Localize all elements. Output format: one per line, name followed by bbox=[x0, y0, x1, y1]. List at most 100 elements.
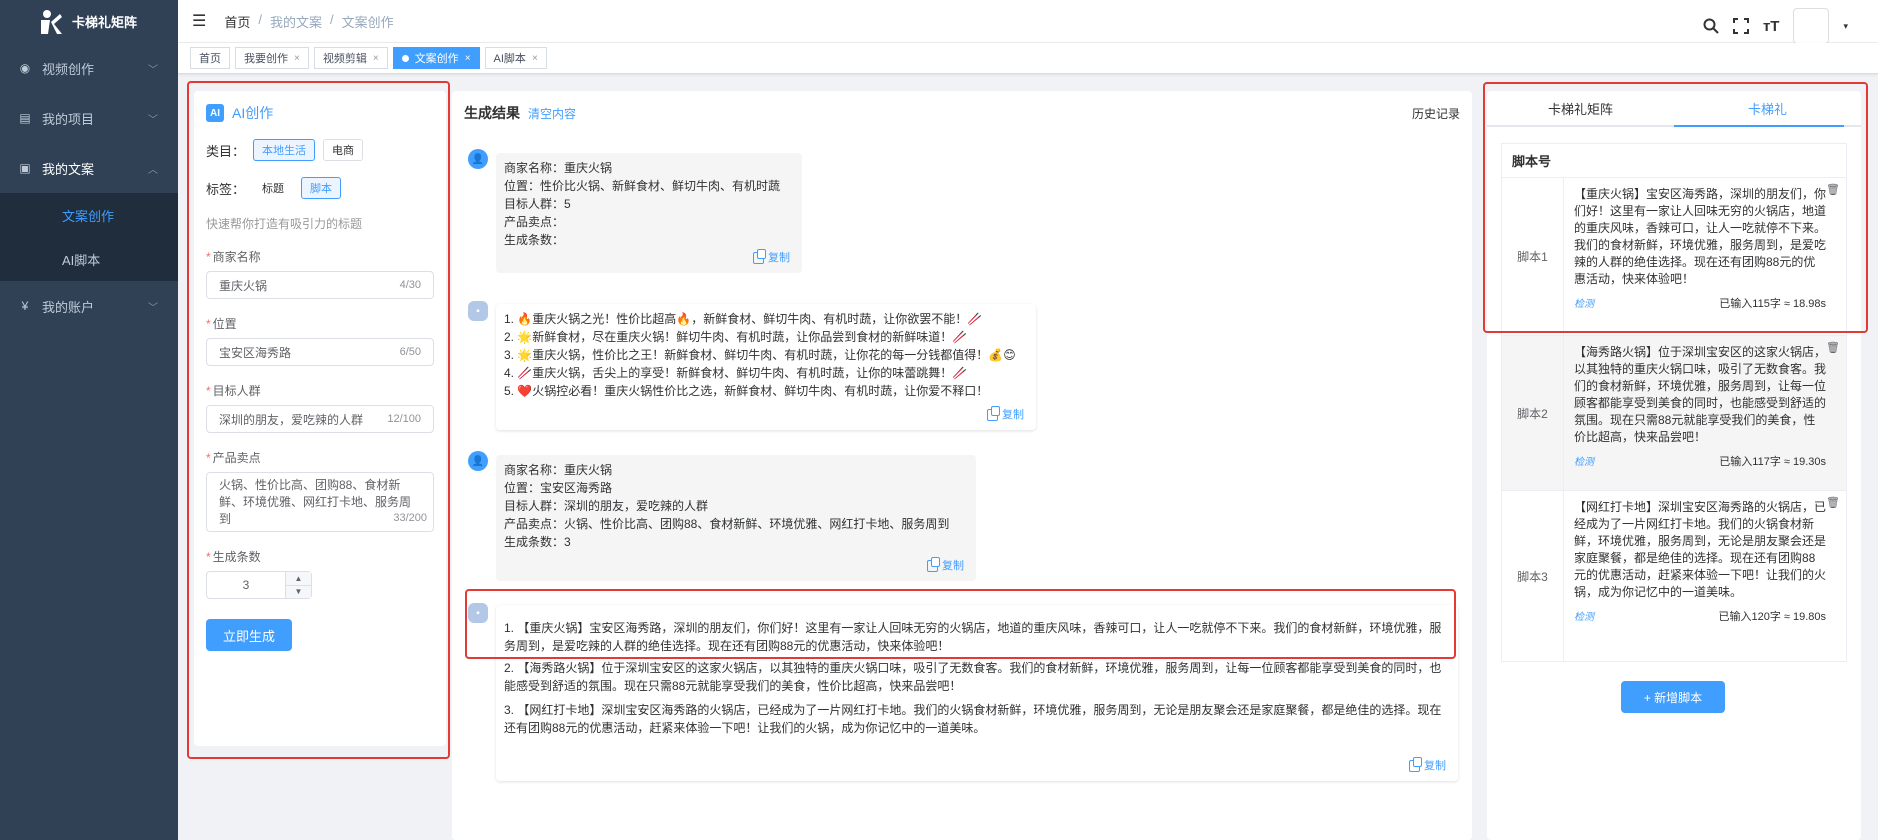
tag-label: AI脚本 bbox=[493, 53, 526, 65]
char-count: 33/200 bbox=[393, 510, 427, 527]
copy-button[interactable]: 复制 bbox=[753, 249, 790, 267]
tab-matrix[interactable]: 卡梯礼矩阵 bbox=[1487, 91, 1674, 125]
tag-ai-script[interactable]: AI脚本 × bbox=[484, 47, 547, 69]
tag-label: 首页 bbox=[199, 53, 221, 65]
script-text[interactable]: 【海秀路火锅】位于深圳宝安区的这家火锅店，以其独特的重庆火锅口味，吸引了无数食客… bbox=[1574, 344, 1826, 446]
char-count: 4/30 bbox=[399, 279, 421, 291]
chevron-down-icon: ﹀ bbox=[148, 65, 158, 76]
category-row: 类目： 本地生活 电商 bbox=[206, 139, 434, 161]
script-footer: 检测 已输入115字 ≈ 18.98s bbox=[1574, 296, 1826, 313]
panel-title-text: AI创作 bbox=[232, 105, 274, 121]
copy-button[interactable]: 复制 bbox=[987, 406, 1024, 424]
check-link[interactable]: 检测 bbox=[1574, 296, 1594, 313]
close-icon[interactable]: × bbox=[465, 53, 471, 64]
message-line: 商家名称：重庆火锅 bbox=[504, 463, 613, 477]
merchant-input[interactable]: 重庆火锅 4/30 bbox=[206, 271, 434, 299]
sidebar-item-label: 我的项目 bbox=[42, 111, 95, 127]
clear-button[interactable]: 清空内容 bbox=[528, 105, 576, 122]
sidebar-item-label: 我的文案 bbox=[42, 161, 95, 177]
script-cell: 🗑 【网红打卡地】深圳宝安区海秀路的火锅店，已经成为了一片网红打卡地。我们的火锅… bbox=[1564, 491, 1846, 661]
sidebar-subitem-copywriting[interactable]: 文案创作 bbox=[0, 193, 178, 237]
script-footer: 检测 已输入120字 ≈ 19.80s bbox=[1574, 609, 1826, 626]
sidebar-item-projects[interactable]: ▤ 我的项目 ﹀ bbox=[0, 93, 178, 143]
chevron-up-icon: ︿ bbox=[148, 165, 158, 176]
tag-create[interactable]: 我要创作 × bbox=[235, 47, 309, 69]
message-line: 产品卖点：火锅、性价比高、团购88、食材新鲜、环境优雅、网红打卡地、服务周到 bbox=[504, 517, 950, 531]
caret-down-icon[interactable]: ▾ bbox=[1843, 21, 1848, 32]
font-size-icon[interactable]: ᴛT bbox=[1763, 18, 1780, 35]
tag-video-edit[interactable]: 视频剪辑 × bbox=[313, 47, 388, 69]
decrement-icon[interactable]: ▼ bbox=[286, 586, 311, 599]
location-input[interactable]: 宝安区海秀路 6/50 bbox=[206, 338, 434, 366]
copy-button[interactable]: 复制 bbox=[927, 557, 964, 575]
quantity-label: * 生成条数 bbox=[206, 550, 261, 564]
generate-button[interactable]: 立即生成 bbox=[206, 619, 292, 651]
message-line: 3. 🌟重庆火锅，性价比之王！新鲜食材、鲜切牛肉、有机时蔬，让你花的每一分钱都值… bbox=[504, 348, 1016, 362]
script-text[interactable]: 【重庆火锅】宝安区海秀路，深圳的朋友们，你们好！这里有一家让人回味无穷的火锅店，… bbox=[1574, 186, 1826, 288]
script-tabs: 卡梯礼矩阵 卡梯礼 bbox=[1487, 91, 1861, 127]
sidebar-item-label: 视频创作 bbox=[42, 61, 95, 77]
add-script-button[interactable]: + 新增脚本 bbox=[1621, 681, 1725, 713]
search-icon[interactable] bbox=[1703, 18, 1719, 34]
breadcrumb-my-copy[interactable]: 我的文案 bbox=[270, 12, 322, 31]
topbar: ☰ 首页 / 我的文案 / 文案创作 ᴛT ▾ bbox=[178, 0, 1878, 44]
close-icon[interactable]: × bbox=[532, 53, 538, 64]
trash-icon[interactable]: 🗑 bbox=[1826, 340, 1840, 357]
tag-script[interactable]: 脚本 bbox=[301, 177, 342, 199]
tag-label: 我要创作 bbox=[244, 53, 288, 65]
result-title: 生成结果 bbox=[464, 105, 520, 121]
trash-icon[interactable]: 🗑 bbox=[1826, 182, 1840, 199]
avatar[interactable] bbox=[1793, 8, 1830, 44]
bot-message-bubble: 1. 【重庆火锅】宝安区海秀路，深圳的朋友们，你们好！这里有一家让人回味无穷的火… bbox=[496, 605, 1458, 781]
tag-title[interactable]: 标题 bbox=[253, 177, 294, 199]
script-cell: 🗑 【重庆火锅】宝安区海秀路，深圳的朋友们，你们好！这里有一家让人回味无穷的火锅… bbox=[1564, 178, 1846, 335]
tab-indicator bbox=[1674, 125, 1844, 127]
ai-create-panel: AI AI创作 类目： 本地生活 电商 标签： 标题 脚本 快速帮你打造有吸引力… bbox=[194, 91, 446, 746]
tag-copywriting[interactable]: 文案创作 × bbox=[392, 47, 480, 69]
hamburger-icon[interactable]: ☰ bbox=[192, 11, 206, 31]
sidebar-subitem-ai-script[interactable]: AI脚本 bbox=[0, 237, 178, 281]
check-link[interactable]: 检测 bbox=[1574, 609, 1594, 626]
char-count: 6/50 bbox=[399, 346, 421, 358]
trash-icon[interactable]: 🗑 bbox=[1826, 495, 1840, 512]
copy-icon bbox=[1409, 757, 1422, 772]
sidebar-item-copy[interactable]: ▣ 我的文案 ︿ bbox=[0, 143, 178, 193]
message-line: 生成条数： bbox=[504, 233, 565, 247]
bot-avatar-icon: ▪ bbox=[468, 301, 488, 321]
script-text[interactable]: 【网红打卡地】深圳宝安区海秀路的火锅店，已经成为了一片网红打卡地。我们的火锅食材… bbox=[1574, 499, 1826, 601]
category-local-life[interactable]: 本地生活 bbox=[253, 139, 316, 161]
message-line: 目标人群：5 bbox=[504, 197, 571, 211]
table-row: 脚本1 🗑 【重庆火锅】宝安区海秀路，深圳的朋友们，你们好！这里有一家让人回味无… bbox=[1502, 178, 1846, 336]
tab-kaka[interactable]: 卡梯礼 bbox=[1674, 91, 1861, 125]
check-link[interactable]: 检测 bbox=[1574, 454, 1594, 471]
script-meta: 已输入120字 ≈ 19.80s bbox=[1718, 611, 1826, 623]
breadcrumb-home[interactable]: 首页 bbox=[224, 12, 250, 31]
tag-home[interactable]: 首页 bbox=[190, 47, 230, 69]
sidebar-item-account[interactable]: ¥ 我的账户 ﹀ bbox=[0, 281, 178, 331]
app-logo[interactable]: 卡梯礼矩阵 bbox=[0, 0, 178, 43]
audience-input[interactable]: 深圳的朋友，爱吃辣的人群 12/100 bbox=[206, 405, 434, 433]
logo-icon bbox=[41, 9, 62, 34]
sidebar-item-video[interactable]: ◉ 视频创作 ﹀ bbox=[0, 43, 178, 93]
category-ecommerce[interactable]: 电商 bbox=[323, 139, 364, 161]
selling-textarea[interactable]: 火锅、性价比高、团购88、食材新鲜、环境优雅、网红打卡地、服务周到 33/200 bbox=[206, 472, 434, 532]
breadcrumb: 首页 / 我的文案 / 文案创作 bbox=[224, 12, 393, 31]
close-icon[interactable]: × bbox=[294, 53, 300, 64]
result-header: 生成结果 清空内容 历史记录 bbox=[452, 91, 1472, 135]
message-line: 位置：性价比火锅、新鲜食材、鲜切牛肉、有机时蔬 bbox=[504, 179, 781, 193]
selling-value: 火锅、性价比高、团购88、食材新鲜、环境优雅、网红打卡地、服务周到 bbox=[219, 478, 412, 526]
selling-label: * 产品卖点 bbox=[206, 451, 261, 465]
message-line: 4. 🥢重庆火锅，舌尖上的享受！新鲜食材、鲜切牛肉、有机时蔬，让你的味蕾跳舞！🥢 bbox=[504, 366, 968, 380]
quantity-stepper[interactable]: 3 ▲ ▼ bbox=[206, 571, 312, 599]
audience-label: * 目标人群 bbox=[206, 384, 261, 398]
tag-row: 标签： 标题 脚本 bbox=[206, 177, 434, 199]
chevron-down-icon: ﹀ bbox=[148, 115, 158, 126]
copy-button[interactable]: 复制 bbox=[1409, 757, 1446, 775]
fullscreen-icon[interactable] bbox=[1732, 18, 1749, 34]
document-icon: ▤ bbox=[19, 111, 31, 125]
chevron-down-icon: ﹀ bbox=[148, 303, 158, 314]
message-line: 位置：宝安区海秀路 bbox=[504, 481, 613, 495]
increment-icon[interactable]: ▲ bbox=[286, 572, 311, 586]
close-icon[interactable]: × bbox=[373, 53, 379, 64]
history-button[interactable]: 历史记录 bbox=[1412, 105, 1460, 122]
